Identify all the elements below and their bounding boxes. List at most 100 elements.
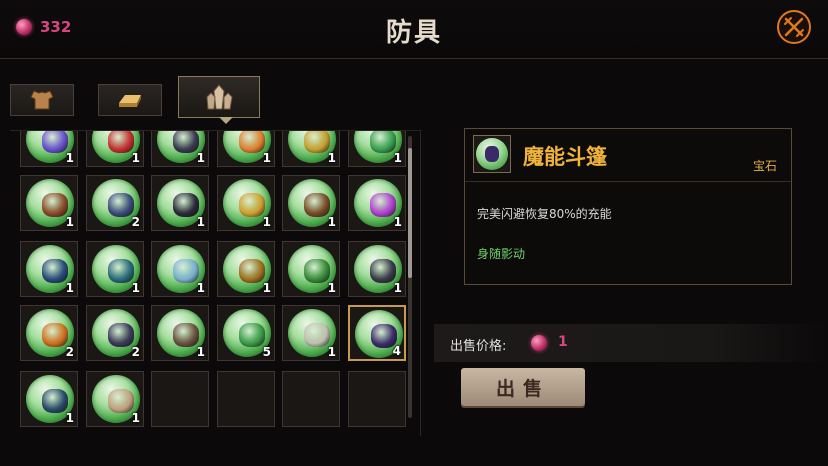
item-icon <box>304 131 330 153</box>
item-icon <box>239 131 265 153</box>
item-count: 1 <box>393 281 402 295</box>
tab-materials[interactable] <box>98 84 162 116</box>
item-count: 1 <box>65 215 74 229</box>
item-count: 1 <box>262 281 271 295</box>
item-icon <box>42 389 68 413</box>
inventory-slot[interactable]: 2 <box>86 305 144 361</box>
chest-armor-icon <box>30 90 54 110</box>
inventory-slot[interactable]: 1 <box>151 241 209 297</box>
item-icon <box>239 193 265 217</box>
item-icon <box>370 131 396 153</box>
ingot-bar-icon <box>119 95 141 107</box>
item-icon <box>173 131 199 153</box>
grid-divider <box>420 130 421 436</box>
item-count: 1 <box>262 151 271 165</box>
item-count: 1 <box>262 215 271 229</box>
item-icon <box>42 131 68 153</box>
item-icon <box>173 193 199 217</box>
item-icon <box>108 389 134 413</box>
inventory-slot[interactable]: 1 <box>86 131 144 167</box>
item-count: 1 <box>65 281 74 295</box>
item-count: 2 <box>131 215 140 229</box>
item-name: 魔能斗篷 <box>523 144 607 169</box>
item-count: 1 <box>196 215 205 229</box>
crossed-swords-icon <box>784 17 804 37</box>
tab-armor[interactable] <box>10 84 74 116</box>
inventory-slot[interactable]: 1 <box>348 241 406 297</box>
inventory-slot[interactable]: 1 <box>282 175 340 231</box>
item-count: 1 <box>327 215 336 229</box>
item-icon <box>304 323 330 347</box>
inventory-slot[interactable]: 1 <box>348 131 406 167</box>
detail-item-icon <box>473 135 511 173</box>
item-count: 2 <box>65 345 74 359</box>
item-icon <box>42 259 68 283</box>
sell-price-value: 1 <box>558 334 568 350</box>
inventory-slot[interactable]: 1 <box>217 241 275 297</box>
item-count: 2 <box>131 345 140 359</box>
inventory-slot[interactable]: 1 <box>86 241 144 297</box>
inventory-slot[interactable]: 1 <box>20 175 78 231</box>
inventory-slot[interactable]: 1 <box>282 241 340 297</box>
item-count: 1 <box>131 151 140 165</box>
inventory-slot[interactable]: 1 <box>217 175 275 231</box>
item-count: 4 <box>392 344 401 358</box>
item-icon <box>108 259 134 283</box>
tab-gems[interactable] <box>178 76 260 118</box>
item-count: 1 <box>131 411 140 425</box>
inventory-slot[interactable]: 5 <box>217 305 275 361</box>
item-icon <box>370 259 396 283</box>
item-icon <box>370 193 396 217</box>
item-count: 1 <box>327 345 336 359</box>
scrollbar-thumb[interactable] <box>408 148 412 278</box>
item-icon <box>42 323 68 347</box>
inventory-slot[interactable]: 1 <box>151 131 209 167</box>
item-icon <box>42 193 68 217</box>
inventory-slot[interactable]: 1 <box>151 305 209 361</box>
inventory-slot[interactable]: 2 <box>20 305 78 361</box>
empty-slot[interactable] <box>348 371 406 427</box>
item-icon <box>304 193 330 217</box>
cloak-icon <box>485 146 499 162</box>
item-count: 1 <box>196 281 205 295</box>
item-icon <box>108 131 134 153</box>
inventory-slot[interactable]: 1 <box>217 131 275 167</box>
item-icon <box>173 259 199 283</box>
item-icon <box>108 193 134 217</box>
item-icon <box>239 323 265 347</box>
inventory-slot[interactable]: 1 <box>20 241 78 297</box>
inventory-slot[interactable]: 1 <box>348 175 406 231</box>
item-count: 1 <box>196 151 205 165</box>
inventory-slot[interactable]: 1 <box>151 175 209 231</box>
item-count: 1 <box>131 281 140 295</box>
gem-orb-icon <box>476 138 508 170</box>
item-icon <box>239 259 265 283</box>
item-type: 宝石 <box>752 159 777 173</box>
close-button[interactable] <box>777 10 811 44</box>
inventory-slot[interactable]: 1 <box>282 131 340 167</box>
item-count: 1 <box>393 151 402 165</box>
inventory-slot[interactable]: 4 <box>348 305 406 361</box>
inventory-grid: 1 1 1 1 1 1 1 2 1 1 1 1 1 1 1 1 1 1 2 2 1 5 1 4 1 1 <box>10 130 420 437</box>
inventory-slot[interactable]: 1 <box>20 371 78 427</box>
inventory-slot[interactable]: 2 <box>86 175 144 231</box>
top-bar: 332 防具 <box>0 0 828 59</box>
inventory-slot[interactable]: 1 <box>20 131 78 167</box>
empty-slot[interactable] <box>217 371 275 427</box>
item-count: 1 <box>327 281 336 295</box>
item-count: 1 <box>327 151 336 165</box>
item-icon <box>304 259 330 283</box>
sell-price-label: 出售价格: <box>450 339 507 354</box>
item-detail-panel: 魔能斗篷 宝石 完美闪避恢复80%的充能 身随影动 <box>464 128 792 285</box>
inventory-slot[interactable]: 1 <box>282 305 340 361</box>
empty-slot[interactable] <box>282 371 340 427</box>
inventory-slot[interactable]: 1 <box>86 371 144 427</box>
sell-price-bar: 出售价格: 1 <box>434 324 828 362</box>
item-count: 1 <box>65 411 74 425</box>
detail-header: 魔能斗篷 宝石 <box>465 129 791 182</box>
item-set-name: 身随影动 <box>477 247 526 261</box>
sell-button[interactable]: 出售 <box>461 368 585 406</box>
active-tab-indicator <box>219 117 233 124</box>
empty-slot[interactable] <box>151 371 209 427</box>
item-count: 1 <box>393 215 402 229</box>
